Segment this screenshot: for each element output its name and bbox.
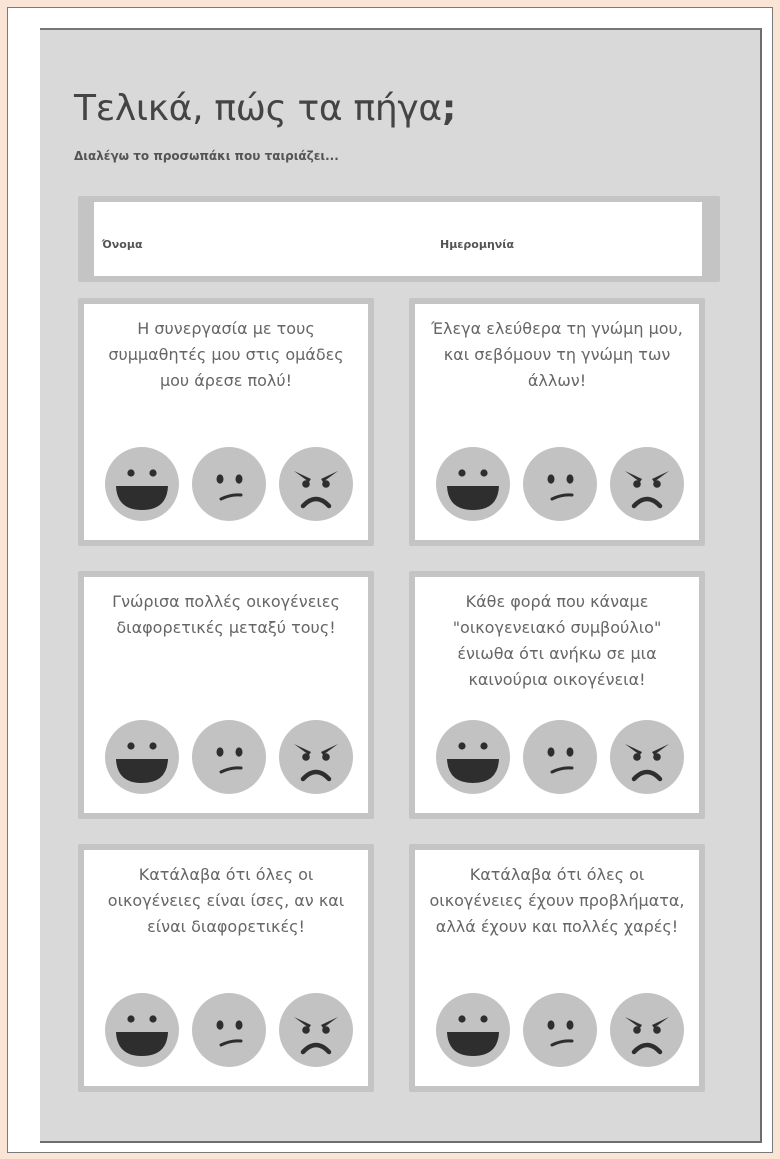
card-statement: Έλεγα ελεύθερα τη γνώμη μου, και σεβόμου…: [431, 319, 683, 390]
card-statement: Κάθε φορά που κάναμε "οικογενειακό συμβο…: [452, 592, 662, 689]
neutral-face-icon[interactable]: [191, 992, 267, 1068]
neutral-face-icon[interactable]: [522, 719, 598, 795]
neutral-face-icon[interactable]: [191, 446, 267, 522]
happy-face-icon[interactable]: [104, 992, 180, 1068]
name-date-bar: Όνομα Ημερομηνία: [78, 196, 720, 282]
angry-face-icon[interactable]: [278, 719, 354, 795]
rating-card-3: Γνώρισα πολλές οικογένειες διαφορετικές …: [78, 571, 374, 819]
title-question-mark: ;: [441, 88, 456, 129]
date-label: Ημερομηνία: [440, 238, 515, 251]
angry-face-icon[interactable]: [278, 446, 354, 522]
happy-face-icon[interactable]: [104, 719, 180, 795]
neutral-face-icon[interactable]: [522, 446, 598, 522]
face-options: [435, 719, 685, 795]
face-options: [104, 719, 354, 795]
face-options: [104, 992, 354, 1068]
name-date-field[interactable]: Όνομα Ημερομηνία: [94, 202, 702, 276]
card-statement: Γνώρισα πολλές οικογένειες διαφορετικές …: [112, 592, 340, 637]
angry-face-icon[interactable]: [609, 719, 685, 795]
happy-face-icon[interactable]: [104, 446, 180, 522]
face-options: [435, 992, 685, 1068]
neutral-face-icon[interactable]: [191, 719, 267, 795]
face-options: [435, 446, 685, 522]
angry-face-icon[interactable]: [609, 992, 685, 1068]
rating-card-1: Η συνεργασία με τους συμμαθητές μου στις…: [78, 298, 374, 546]
card-statement: Κατάλαβα ότι όλες οι οικογένειες είναι ί…: [107, 865, 345, 936]
face-options: [104, 446, 354, 522]
happy-face-icon[interactable]: [435, 446, 511, 522]
worksheet-subtitle: Διαλέγω το προσωπάκι που ταιριάζει...: [74, 149, 339, 163]
neutral-face-icon[interactable]: [522, 992, 598, 1068]
card-statement: Κατάλαβα ότι όλες οι οικογένειες έχουν π…: [429, 865, 685, 936]
happy-face-icon[interactable]: [435, 719, 511, 795]
happy-face-icon[interactable]: [435, 992, 511, 1068]
rating-card-4: Κάθε φορά που κάναμε "οικογενειακό συμβο…: [409, 571, 705, 819]
rating-card-5: Κατάλαβα ότι όλες οι οικογένειες είναι ί…: [78, 844, 374, 1092]
angry-face-icon[interactable]: [278, 992, 354, 1068]
title-text: Τελικά, πώς τα πήγα: [74, 88, 442, 129]
worksheet-title: Τελικά, πώς τα πήγα;: [74, 88, 456, 129]
angry-face-icon[interactable]: [609, 446, 685, 522]
rating-card-2: Έλεγα ελεύθερα τη γνώμη μου, και σεβόμου…: [409, 298, 705, 546]
card-statement: Η συνεργασία με τους συμμαθητές μου στις…: [108, 319, 344, 390]
rating-card-6: Κατάλαβα ότι όλες οι οικογένειες έχουν π…: [409, 844, 705, 1092]
name-label: Όνομα: [102, 238, 143, 251]
